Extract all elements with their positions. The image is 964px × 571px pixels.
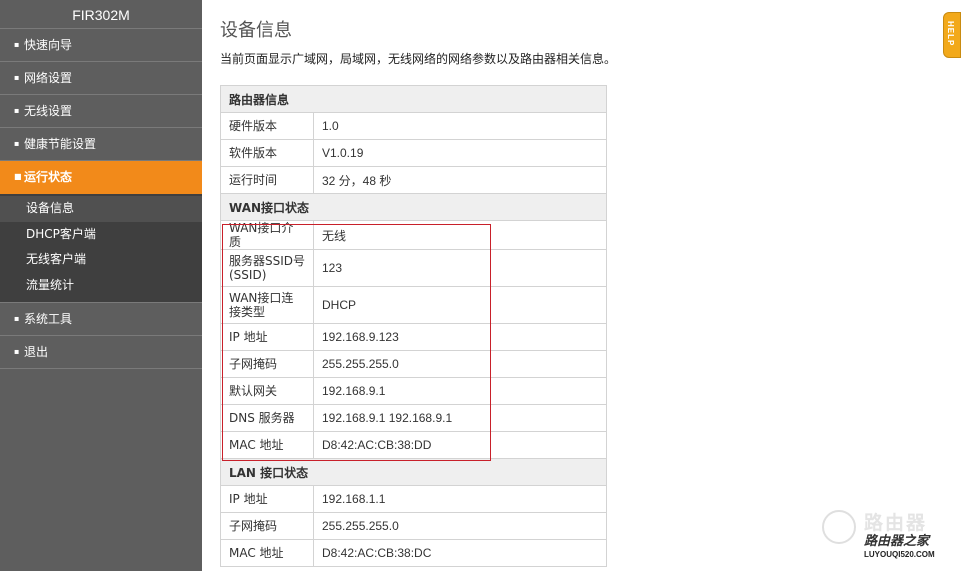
section-header-lan: LAN 接口状态 [220, 458, 607, 486]
row-value: DHCP [313, 286, 607, 324]
row-label: 服务器SSID号(SSID) [220, 249, 314, 287]
table-row: WAN接口介质 无线 [220, 220, 607, 250]
row-label: WAN接口介质 [220, 220, 314, 250]
table-row: 运行时间 32 分，48 秒 [220, 166, 607, 194]
sidebar: FIR302M ▪ 快速向导 ▪ 网络设置 ▪ 无线设置 ▪ 健康节能设置 ■ 运行状态 … [0, 0, 202, 571]
table-row: DNS 服务器 192.168.9.1 192.168.9.1 [220, 404, 607, 432]
row-value: 无线 [313, 220, 607, 250]
bullet-icon: ▪ [14, 347, 20, 356]
nav-logout[interactable]: ▪ 退出 [0, 336, 202, 369]
table-row: 子网掩码 255.255.255.0 [220, 350, 607, 378]
nav-energy-saving[interactable]: ▪ 健康节能设置 [0, 128, 202, 161]
subnav-dhcp-clients[interactable]: DHCP客户端 [0, 222, 202, 248]
bullet-icon: ▪ [14, 314, 20, 323]
watermark-url: LUYOUQI520.COM [864, 550, 935, 559]
row-value: D8:42:AC:CB:38:DC [313, 539, 607, 567]
subnav-wireless-clients[interactable]: 无线客户端 [0, 247, 202, 273]
row-label: 硬件版本 [220, 112, 314, 140]
nav-quick-wizard[interactable]: ▪ 快速向导 [0, 29, 202, 62]
nav-label: 系统工具 [24, 312, 73, 326]
row-value: 1.0 [313, 112, 607, 140]
row-value: 255.255.255.0 [313, 512, 607, 540]
nav-label: 退出 [24, 345, 49, 359]
nav-label: 网络设置 [24, 71, 73, 85]
table-row: WAN接口连接类型 DHCP [220, 286, 607, 324]
table-row: IP 地址 192.168.9.123 [220, 323, 607, 351]
row-value: 192.168.9.1 [313, 377, 607, 405]
subnav-traffic-stats[interactable]: 流量统计 [0, 273, 202, 299]
bullet-icon: ▪ [14, 73, 20, 82]
table-row: 服务器SSID号(SSID) 123 [220, 249, 607, 287]
row-value: 123 [313, 249, 607, 287]
page-title: 设备信息 [220, 20, 292, 41]
nav-label: 快速向导 [24, 38, 73, 52]
section-header-wan: WAN接口状态 [220, 193, 607, 221]
row-label: 软件版本 [220, 139, 314, 167]
watermark-text-dark: 路由器之家 [864, 534, 930, 549]
row-label: MAC 地址 [220, 431, 314, 459]
row-value: 32 分，48 秒 [313, 166, 607, 194]
table-row: 默认网关 192.168.9.1 [220, 377, 607, 405]
bullet-icon: ▪ [14, 139, 20, 148]
device-info-table: 路由器信息 硬件版本 1.0 软件版本 V1.0.19 运行时间 32 分，48 秒 … [220, 85, 607, 567]
help-label: HELP [946, 21, 955, 47]
nav-network-settings[interactable]: ▪ 网络设置 [0, 62, 202, 95]
bullet-icon: ■ [14, 172, 22, 181]
main-content: 设备信息 当前页面显示广域网，局域网，无线网络的网络参数以及路由器相关信息。 路… [220, 0, 964, 571]
nav-label: 运行状态 [24, 170, 73, 184]
row-label: IP 地址 [220, 485, 314, 513]
status-submenu: 设备信息 DHCP客户端 无线客户端 流量统计 [0, 194, 202, 303]
nav-system-tools[interactable]: ▪ 系统工具 [0, 303, 202, 336]
nav-wireless-settings[interactable]: ▪ 无线设置 [0, 95, 202, 128]
table-row: 软件版本 V1.0.19 [220, 139, 607, 167]
section-header-router: 路由器信息 [220, 85, 607, 113]
row-label: MAC 地址 [220, 539, 314, 567]
row-value: V1.0.19 [313, 139, 607, 167]
subnav-device-info[interactable]: 设备信息 [0, 196, 202, 222]
row-label: 子网掩码 [220, 512, 314, 540]
row-label: DNS 服务器 [220, 404, 314, 432]
help-tab[interactable]: HELP [943, 12, 961, 58]
model-name: FIR302M [0, 0, 202, 29]
table-row: 子网掩码 255.255.255.0 [220, 512, 607, 540]
row-value: 255.255.255.0 [313, 350, 607, 378]
watermark-logo-icon [822, 510, 856, 544]
nav-label: 无线设置 [24, 104, 73, 118]
table-row: MAC 地址 D8:42:AC:CB:38:DC [220, 539, 607, 567]
row-label: 运行时间 [220, 166, 314, 194]
page-description: 当前页面显示广域网，局域网，无线网络的网络参数以及路由器相关信息。 [220, 52, 617, 66]
watermark: 路由器 路由器之家 LUYOUQI520.COM [818, 504, 960, 566]
row-label: IP 地址 [220, 323, 314, 351]
row-label: WAN接口连接类型 [220, 286, 314, 324]
row-label: 子网掩码 [220, 350, 314, 378]
row-label: 默认网关 [220, 377, 314, 405]
table-row: MAC 地址 D8:42:AC:CB:38:DD [220, 431, 607, 459]
bullet-icon: ▪ [14, 106, 20, 115]
row-value: 192.168.9.1 192.168.9.1 [313, 404, 607, 432]
nav-running-status[interactable]: ■ 运行状态 [0, 161, 202, 194]
row-value: 192.168.9.123 [313, 323, 607, 351]
table-row: IP 地址 192.168.1.1 [220, 485, 607, 513]
bullet-icon: ▪ [14, 40, 20, 49]
row-value: D8:42:AC:CB:38:DD [313, 431, 607, 459]
nav-label: 健康节能设置 [24, 137, 97, 151]
table-row: 硬件版本 1.0 [220, 112, 607, 140]
row-value: 192.168.1.1 [313, 485, 607, 513]
